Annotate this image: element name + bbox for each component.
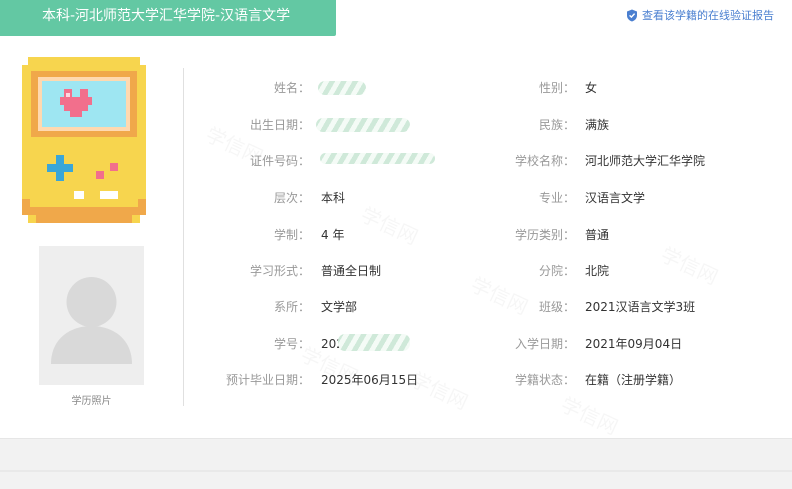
field-value: 普通 [585, 228, 610, 242]
field-label: 性别： [538, 81, 575, 95]
field-label: 入学日期： [514, 337, 575, 351]
field-campus: 分院： [0, 261, 575, 281]
field-value: 北院 [585, 264, 610, 278]
page-title: 本科-河北师范大学汇华学院-汉语言文学 [42, 8, 291, 24]
field-education-type: 学历类别： [0, 225, 575, 245]
field-ethnicity: 民族： [0, 115, 575, 135]
field-value: 汉语言文学 [585, 191, 646, 205]
footer-divider [0, 470, 792, 472]
field-value: 女 [585, 81, 598, 95]
field-gender: 性别： [0, 78, 575, 98]
field-value: 河北师范大学汇华学院 [585, 154, 706, 168]
field-label: 学籍状态： [514, 373, 575, 387]
field-label: 学校名称： [514, 154, 575, 168]
field-label: 专业： [538, 191, 575, 205]
shield-check-icon [627, 9, 637, 21]
field-value: 在籍（注册学籍） [585, 373, 682, 387]
title-tab: 本科-河北师范大学汇华学院-汉语言文学 [0, 0, 336, 36]
field-label: 民族： [538, 118, 575, 132]
field-label: 班级： [538, 300, 575, 314]
field-value: 2021汉语言文学3班 [585, 300, 696, 314]
field-value: 满族 [585, 118, 610, 132]
field-status: 学籍状态： [0, 370, 575, 390]
field-major: 专业： [0, 188, 575, 208]
field-label: 分院： [538, 264, 575, 278]
field-value: 2021年09月04日 [585, 337, 683, 351]
field-school: 学校名称： [0, 151, 575, 171]
verify-report-label: 查看该学籍的在线验证报告 [642, 9, 774, 22]
footer-area [0, 438, 792, 489]
verify-report-link[interactable]: 查看该学籍的在线验证报告 [626, 7, 774, 23]
photo-caption: 学历照片 [71, 396, 112, 407]
field-label: 学历类别： [514, 228, 575, 242]
field-enrollment-date: 入学日期： [0, 334, 575, 354]
field-class: 班级： [0, 297, 575, 317]
